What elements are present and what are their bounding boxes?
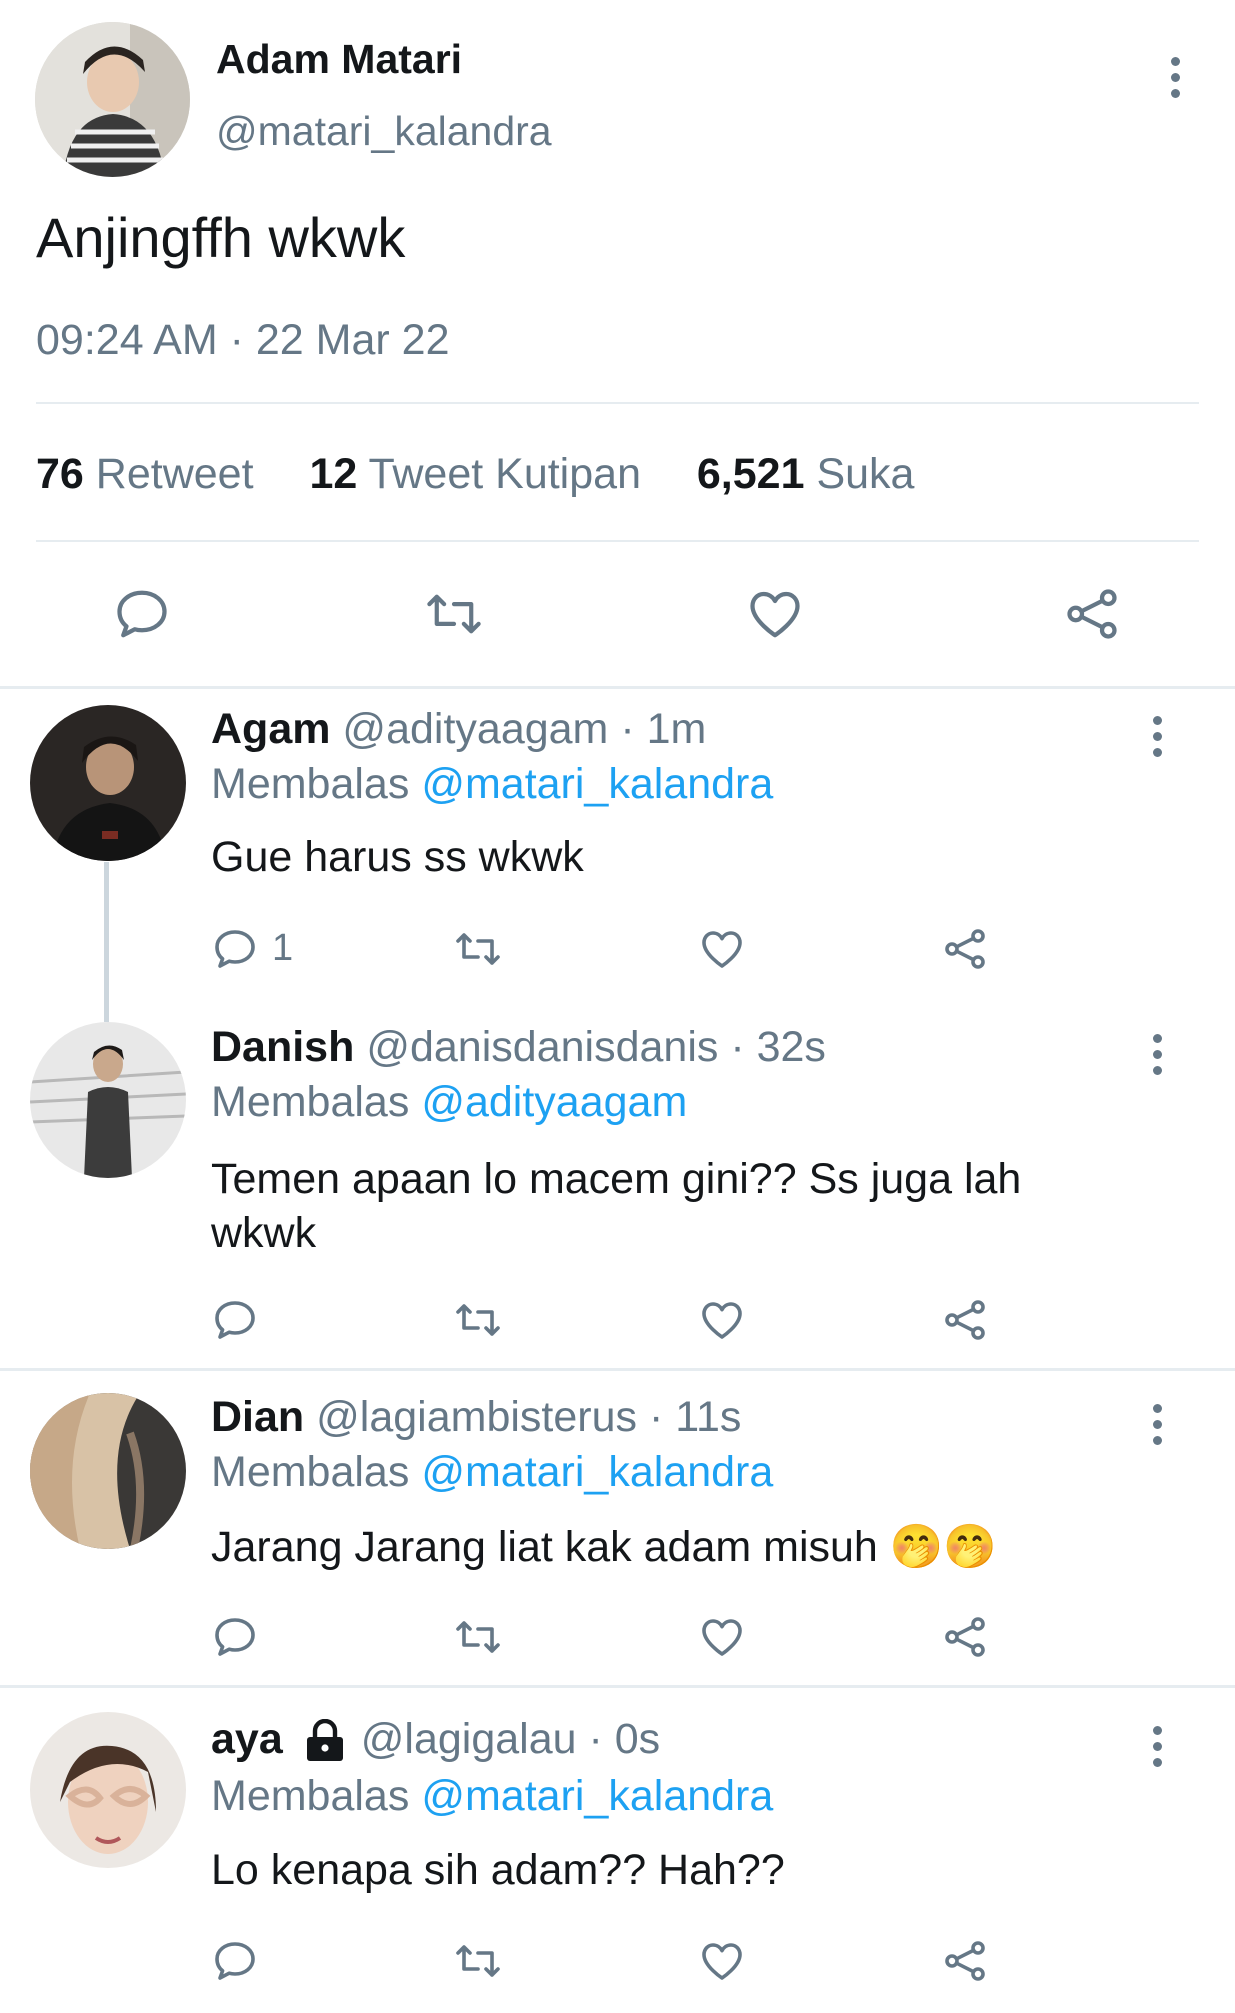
reply-avatar[interactable] [30,1712,186,1868]
reply-meta[interactable]: @lagigalau · 0s [361,1715,660,1764]
reply-avatar[interactable] [30,1393,186,1549]
reply-author-name[interactable]: Danish [211,1023,354,1071]
retweet-icon[interactable] [422,584,486,644]
author-handle[interactable]: @matari_kalandra [216,108,552,155]
reply-text: Jarang Jarang liat kak adam misuh 🤭🤭 [211,1523,997,1571]
section-separator [0,1368,1235,1371]
share-icon[interactable] [1062,584,1122,644]
reply-author-name[interactable]: Agam [211,705,330,753]
reply-avatar[interactable] [30,705,186,861]
reply-icon[interactable] [211,1296,259,1344]
author-avatar[interactable] [35,22,190,177]
replying-to-link[interactable]: @matari_kalandra [421,1772,773,1820]
reply-meta[interactable]: @lagiambisterus · 11s [316,1393,741,1441]
like-stat[interactable]: 6,521 Suka [697,450,915,498]
divider [36,402,1199,404]
reply-icon[interactable] [211,1937,259,1985]
reply-count: 1 [272,927,294,969]
more-options-icon[interactable] [1145,716,1169,757]
reply-meta[interactable]: @adityaagam · 1m [342,705,706,753]
tweet-stats: 76 Retweet 12 Tweet Kutipan 6,521 Suka [36,450,914,499]
face-with-hand-over-mouth-emoji: 🤭🤭 [889,1523,997,1571]
section-separator [0,1685,1235,1688]
quote-stat[interactable]: 12 Tweet Kutipan [309,450,652,498]
tweet-detail-page: Adam Matari @matari_kalandra Anjingffh w… [0,0,1235,2013]
reply-header: Agam @adityaagam · 1m [211,705,706,754]
retweet-icon[interactable] [452,1613,504,1661]
reply-header: Danish @danisdanisdanis · 32s [211,1023,826,1072]
reply-text: Gue harus ss wkwk [211,833,584,881]
share-icon[interactable] [941,1937,989,1985]
section-separator [0,686,1235,689]
share-icon[interactable] [941,925,989,973]
like-icon[interactable] [745,584,805,644]
more-options-icon[interactable] [1145,1034,1169,1075]
reply-header: Dian @lagiambisterus · 11s [211,1393,741,1442]
reply-text: Temen apaan lo macem gini?? Ss juga lah … [211,1155,1022,1257]
thread-line [104,862,109,1022]
share-icon[interactable] [941,1296,989,1344]
reply-author-name[interactable]: Dian [211,1393,304,1441]
replying-to-link[interactable]: @matari_kalandra [421,1448,773,1496]
tweet-timestamp: 09:24 AM · 22 Mar 22 [36,316,450,364]
retweet-stat[interactable]: 76 Retweet [36,450,266,498]
retweet-icon[interactable] [452,925,504,973]
more-options-icon[interactable] [1163,57,1187,98]
reply-text: Lo kenapa sih adam?? Hah?? [211,1846,785,1894]
reply-icon[interactable] [211,1613,259,1661]
reply-avatar[interactable] [30,1022,186,1178]
replying-to-link[interactable]: @adityaagam [421,1078,687,1126]
replying-to-link[interactable]: @matari_kalandra [421,760,773,808]
retweet-icon[interactable] [452,1937,504,1985]
retweet-icon[interactable] [452,1296,504,1344]
author-name[interactable]: Adam Matari [216,36,462,83]
more-options-icon[interactable] [1145,1404,1169,1445]
replying-to: Membalas @adityaagam [211,1078,688,1126]
more-options-icon[interactable] [1145,1726,1169,1767]
reply-header: aya @lagigalau · 0s [211,1715,660,1764]
reply-icon[interactable] [211,925,259,973]
like-icon[interactable] [698,925,746,973]
replying-to: Membalas @matari_kalandra [211,760,774,808]
tweet-text: Anjingffh wkwk [36,206,406,269]
replying-to: Membalas @matari_kalandra [211,1772,774,1820]
like-icon[interactable] [698,1296,746,1344]
like-icon[interactable] [698,1613,746,1661]
divider [36,540,1199,542]
reply-meta[interactable]: @danisdanisdanis · 32s [366,1023,826,1071]
lock-icon [303,1718,347,1761]
reply-icon[interactable] [112,584,172,644]
share-icon[interactable] [941,1613,989,1661]
replying-to: Membalas @matari_kalandra [211,1448,774,1496]
reply-author-name[interactable]: aya [211,1715,283,1764]
like-icon[interactable] [698,1937,746,1985]
